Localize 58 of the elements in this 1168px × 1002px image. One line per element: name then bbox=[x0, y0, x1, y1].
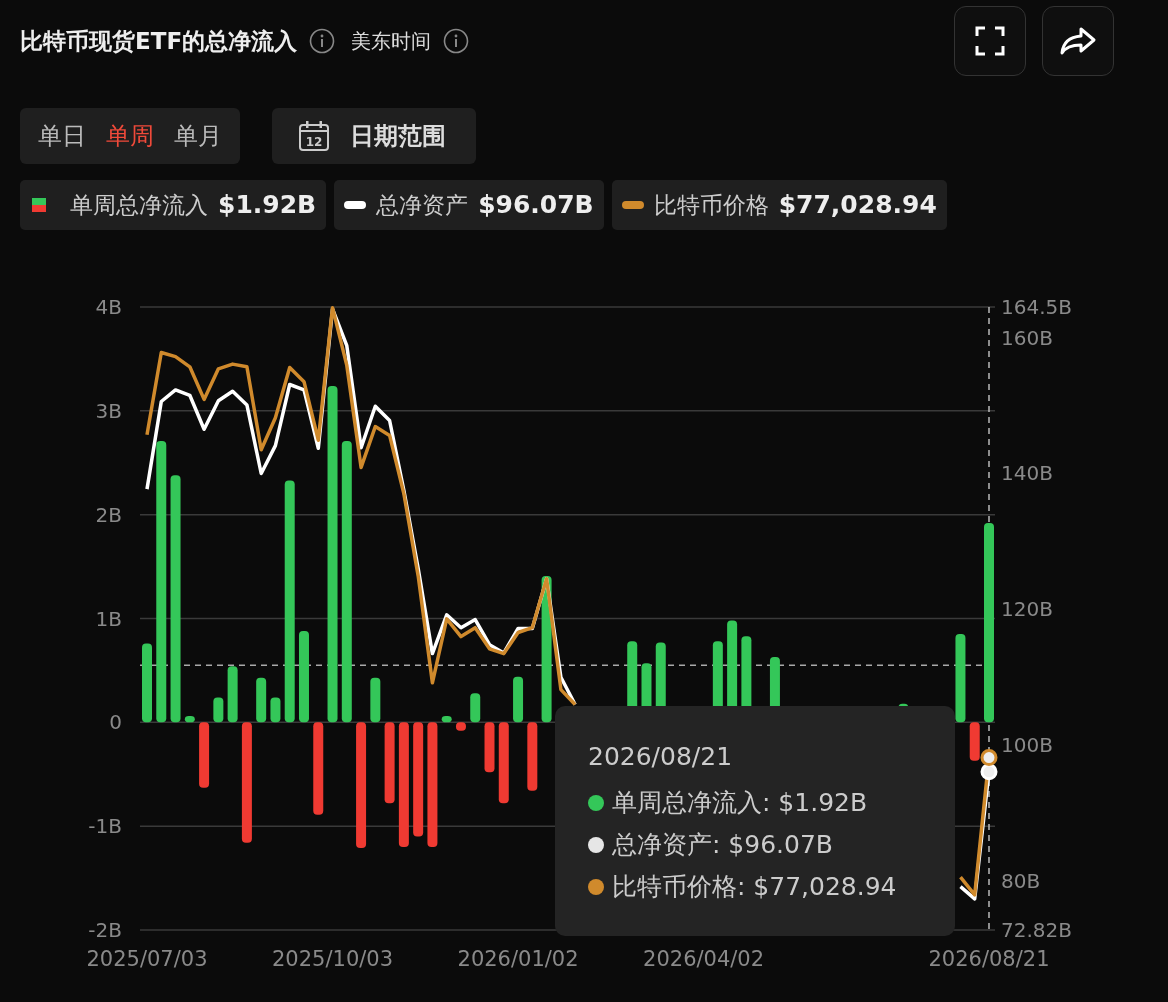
y-axis-label: 4B bbox=[95, 295, 122, 319]
share-arrow-icon bbox=[1059, 26, 1097, 56]
tooltip-text: 比特币价格: $77,028.94 bbox=[612, 870, 897, 903]
tooltip-text: 总净资产: $96.07B bbox=[612, 828, 833, 861]
legend-value: $96.07B bbox=[478, 189, 594, 222]
data-point-marker bbox=[980, 749, 998, 767]
chart-title: 比特币现货ETF的总净流入 bbox=[20, 26, 298, 56]
x-axis-label: 2026/01/02 bbox=[457, 947, 579, 971]
y-axis-label: 120B bbox=[1001, 597, 1053, 622]
y-axis-label: 160B bbox=[1001, 325, 1053, 350]
y-axis-label: -2B bbox=[88, 918, 122, 942]
bar bbox=[199, 722, 210, 788]
y-axis-label: 0 bbox=[109, 710, 122, 735]
bar bbox=[455, 722, 466, 731]
y-axis-label: 72.82B bbox=[1001, 918, 1072, 942]
y-axis-label: 164.5B bbox=[1001, 295, 1072, 319]
bar bbox=[969, 722, 980, 761]
data-point-marker bbox=[980, 763, 998, 781]
legend-label: 比特币价格 bbox=[653, 190, 769, 220]
x-axis-label: 2025/10/03 bbox=[272, 947, 394, 971]
bar bbox=[256, 677, 267, 723]
legend-label: 总净资产 bbox=[376, 190, 469, 220]
y-axis-label: 3B bbox=[95, 398, 122, 423]
bar-swatch-icon bbox=[32, 198, 46, 212]
fullscreen-button[interactable] bbox=[954, 6, 1026, 76]
period-tab[interactable]: 单日 bbox=[28, 108, 96, 164]
legend-value: $1.92B bbox=[218, 189, 317, 222]
period-tab[interactable]: 单月 bbox=[164, 108, 232, 164]
bar bbox=[470, 693, 481, 723]
x-axis-label: 2026/04/02 bbox=[643, 947, 765, 971]
y-axis-label: 80B bbox=[1001, 869, 1041, 894]
date-range-button[interactable]: 12 日期范围 bbox=[272, 108, 476, 164]
legend-value: $77,028.94 bbox=[778, 189, 937, 222]
y-axis-label: 140B bbox=[1001, 461, 1053, 486]
bar bbox=[484, 722, 495, 773]
bar bbox=[184, 716, 195, 723]
bar bbox=[527, 722, 538, 791]
timezone-label: 美东时间 bbox=[351, 28, 432, 55]
fullscreen-icon bbox=[975, 26, 1005, 56]
bar bbox=[513, 676, 524, 723]
info-icon[interactable] bbox=[443, 28, 470, 54]
x-axis-label: 2025/07/03 bbox=[86, 947, 208, 971]
tooltip-date: 2026/08/21 bbox=[588, 741, 734, 773]
period-tab[interactable]: 单周 bbox=[96, 108, 164, 164]
info-icon[interactable] bbox=[309, 28, 336, 54]
legend-label: 单周总净流入 bbox=[70, 190, 208, 220]
bar bbox=[441, 716, 452, 723]
y-axis-label: 100B bbox=[1001, 733, 1053, 758]
share-button[interactable] bbox=[1042, 6, 1114, 76]
x-axis-label: 2026/08/21 bbox=[928, 947, 1050, 971]
y-axis-label: -1B bbox=[88, 814, 122, 839]
bar bbox=[270, 697, 281, 723]
tooltip-text: 单周总净流入: $1.92B bbox=[612, 786, 868, 819]
bar bbox=[370, 677, 381, 723]
y-axis-label: 2B bbox=[95, 502, 122, 527]
bar bbox=[213, 697, 224, 723]
y-axis-label: 1B bbox=[95, 606, 122, 631]
bar bbox=[227, 666, 238, 723]
